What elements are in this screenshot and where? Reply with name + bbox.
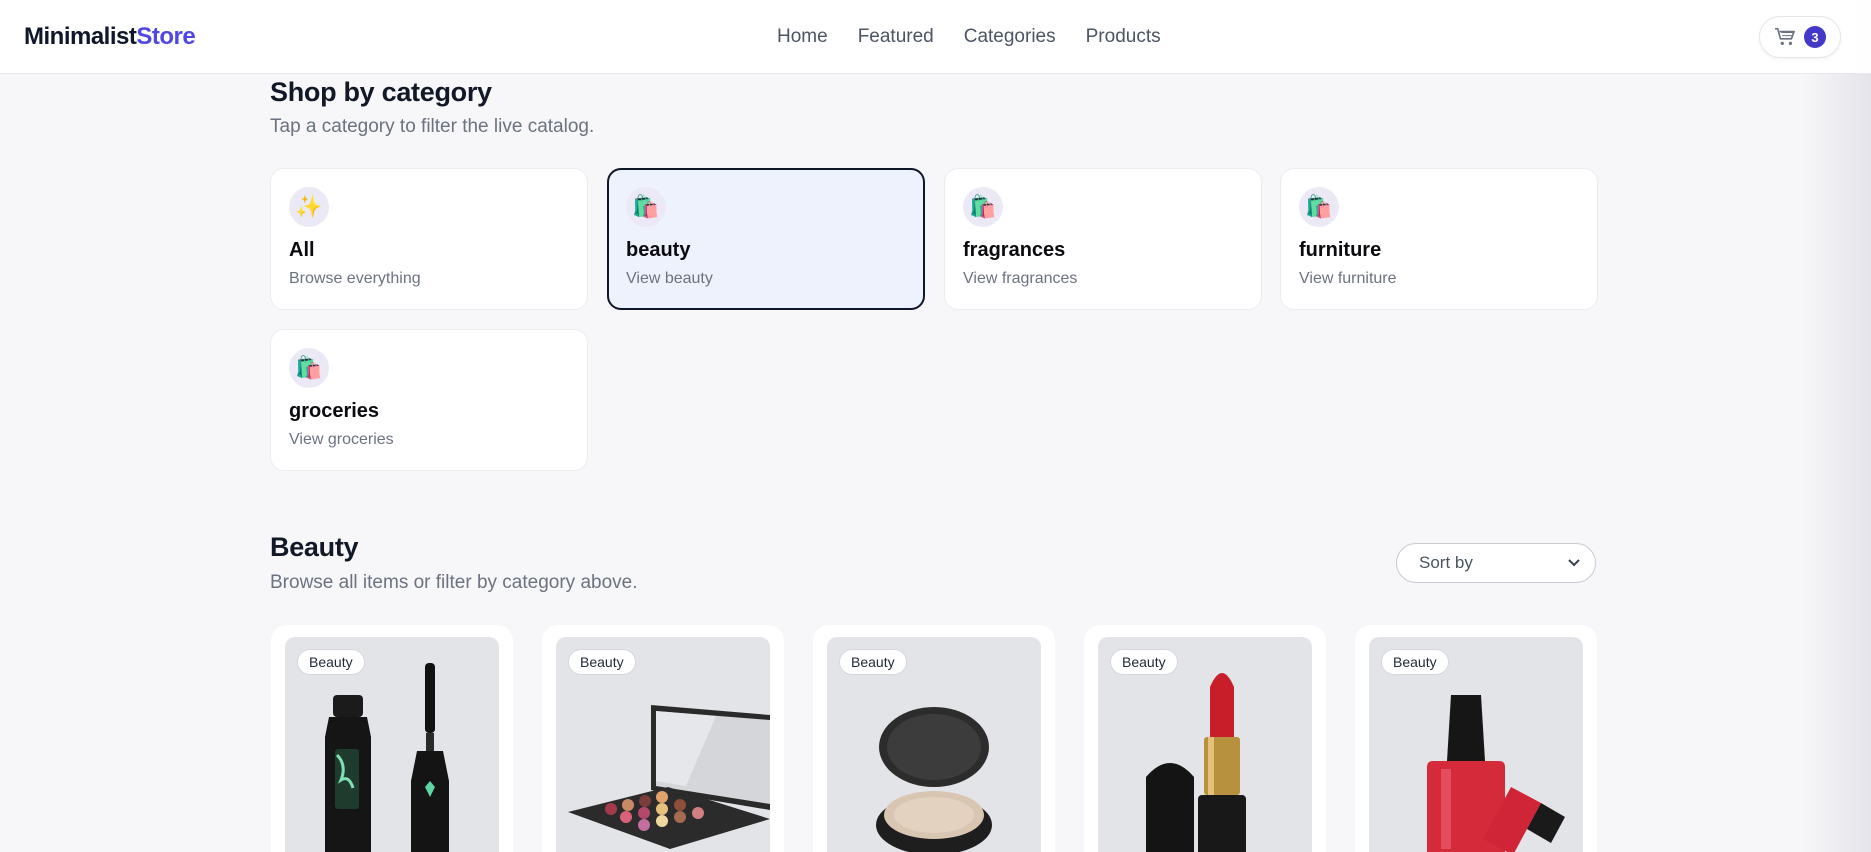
product-category-badge: Beauty [1110, 649, 1178, 675]
shopping-bag-icon: 🛍️ [626, 187, 666, 227]
product-image-red-nail-polish[interactable]: Beauty [1369, 637, 1583, 852]
product-image-mascara[interactable]: Beauty [285, 637, 499, 852]
product-card[interactable]: Beauty [813, 625, 1055, 852]
products-subtitle: Browse all items or filter by category a… [270, 572, 638, 593]
chevron-down-icon [1568, 559, 1580, 567]
product-category-badge: Beauty [297, 649, 365, 675]
product-category-badge: Beauty [568, 649, 636, 675]
category-desc: View furniture [1299, 270, 1397, 287]
category-card-all[interactable]: ✨ All Browse everything [270, 168, 588, 310]
category-card-fragrances[interactable]: 🛍️ fragrances View fragrances [944, 168, 1262, 310]
product-card[interactable]: Beauty [1084, 625, 1326, 852]
sort-select-label: Sort by [1419, 553, 1473, 572]
categories-title: Shop by category [270, 77, 492, 107]
sparkles-icon: ✨ [289, 187, 329, 227]
shopping-bag-icon: 🛍️ [1299, 187, 1339, 227]
product-image-eyeshadow-palette[interactable]: Beauty [556, 637, 770, 852]
right-edge-shade [1801, 0, 1871, 852]
nav-categories-link[interactable]: Categories [964, 26, 1056, 48]
category-name: beauty [626, 239, 691, 261]
category-name: fragrances [963, 239, 1066, 261]
brand-name-part1: Minimalist [24, 23, 137, 50]
product-card[interactable]: Beauty [1355, 625, 1597, 852]
brand-logo[interactable]: MinimalistStore [24, 23, 196, 51]
shopping-bag-icon: 🛍️ [963, 187, 1003, 227]
nav-featured-link[interactable]: Featured [858, 26, 934, 48]
sort-select[interactable]: Sort by [1396, 543, 1596, 583]
category-name: groceries [289, 400, 380, 422]
main-nav: Home Featured Categories Products [777, 26, 1191, 48]
product-card[interactable]: Beauty [271, 625, 513, 852]
product-image-powder-compact[interactable]: Beauty [827, 637, 1041, 852]
shopping-cart-icon [1775, 28, 1795, 45]
product-category-badge: Beauty [839, 649, 907, 675]
category-name: All [289, 239, 315, 261]
site-header: MinimalistStore Home Featured Categories… [0, 0, 1871, 74]
nav-home-link[interactable]: Home [777, 26, 828, 48]
category-desc: View fragrances [963, 270, 1078, 287]
category-desc: View groceries [289, 431, 394, 448]
cart-button[interactable]: 3 [1759, 16, 1841, 58]
nav-products-link[interactable]: Products [1086, 26, 1161, 48]
product-card[interactable]: Beauty [542, 625, 784, 852]
cart-count-badge: 3 [1804, 26, 1826, 48]
category-card-groceries[interactable]: 🛍️ groceries View groceries [270, 329, 588, 471]
products-title: Beauty [270, 532, 359, 562]
product-image-red-lipstick[interactable]: Beauty [1098, 637, 1312, 852]
category-card-furniture[interactable]: 🛍️ furniture View furniture [1280, 168, 1598, 310]
shopping-bag-icon: 🛍️ [289, 348, 329, 388]
category-name: furniture [1299, 239, 1382, 261]
category-desc: View beauty [626, 270, 713, 287]
product-category-badge: Beauty [1381, 649, 1449, 675]
category-card-beauty[interactable]: 🛍️ beauty View beauty [607, 168, 925, 310]
category-desc: Browse everything [289, 270, 421, 287]
categories-subtitle: Tap a category to filter the live catalo… [270, 116, 595, 137]
brand-name-part2: Store [136, 23, 196, 50]
